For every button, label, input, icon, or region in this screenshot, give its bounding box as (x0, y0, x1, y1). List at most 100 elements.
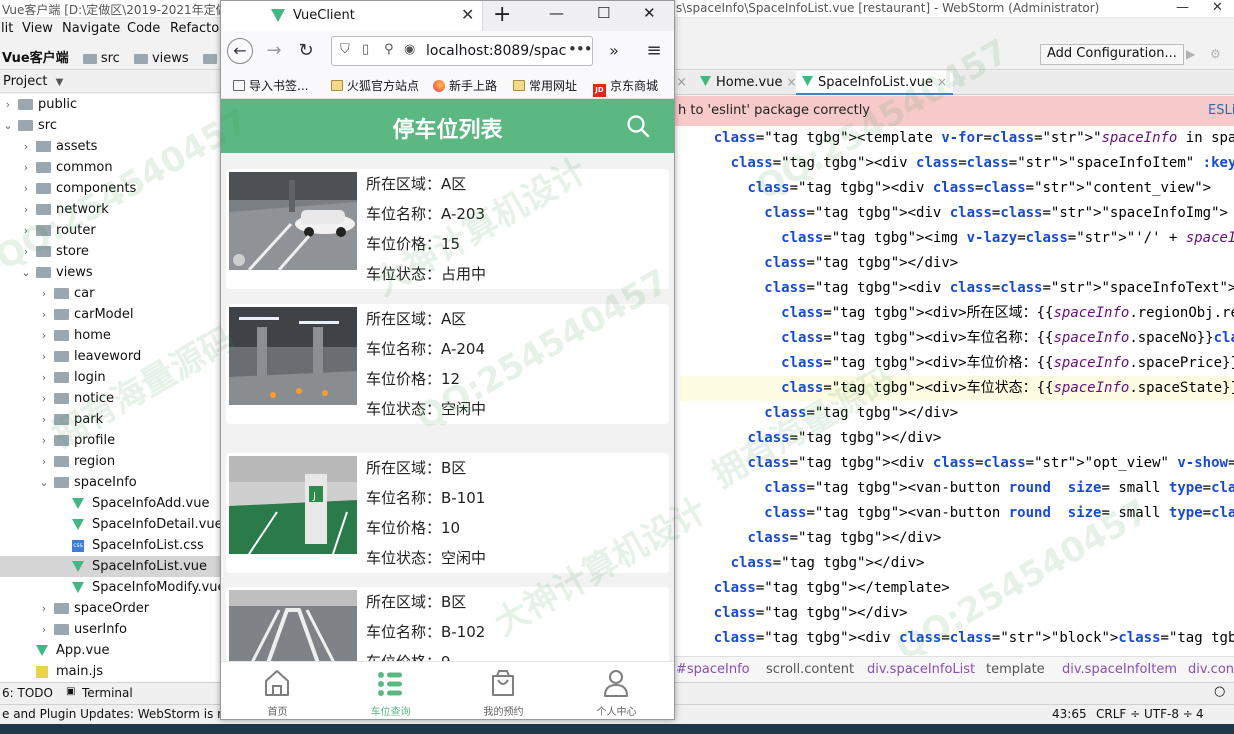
eslint-link[interactable]: ESLi (1208, 103, 1234, 118)
code-line[interactable]: class="tag tgbg"><div>车位状态：{{spaceInfo.s… (680, 376, 1234, 401)
tree-item[interactable]: › car (0, 283, 220, 304)
code-line[interactable]: class="tag tgbg"><img v-lazy=class="str"… (680, 226, 1234, 251)
close-icon[interactable]: × (937, 75, 947, 89)
chevron-down-icon[interactable]: ⌄ (38, 472, 50, 493)
code-editor[interactable]: class="tag tgbg"><template v-for=class="… (674, 126, 1234, 656)
editor-crumb[interactable]: scroll.content (766, 662, 854, 677)
caret-position[interactable]: 43:65 (1052, 707, 1087, 721)
code-line[interactable]: class="tag tgbg"></template> (680, 576, 1234, 601)
tree-item[interactable]: ⌄ views (0, 262, 220, 283)
tree-item[interactable]: SpaceInfoModify.vue (0, 577, 226, 598)
space-card[interactable]: J 所在区域：B区 车位名称：B-101 车位价格：10 车位状态：空闲中 (226, 453, 669, 573)
tree-item[interactable]: › profile (0, 430, 220, 451)
tree-item[interactable]: › assets (0, 136, 220, 157)
code-line[interactable]: class="tag tgbg"><van-button round size=… (680, 501, 1234, 526)
editor-crumb[interactable]: div.cont (1188, 662, 1234, 677)
tree-item[interactable]: › spaceOrder (0, 598, 220, 619)
search-icon[interactable] (625, 113, 651, 139)
bookmark-jd[interactable]: JD 京东商城 (593, 77, 658, 97)
chevron-right-icon[interactable]: › (20, 157, 32, 178)
tree-item[interactable]: › carModel (0, 304, 220, 325)
shield-icon[interactable]: ⛉ (340, 42, 350, 57)
tree-item[interactable]: › common (0, 157, 220, 178)
crumb-item[interactable]: views (152, 51, 189, 66)
hamburger-menu-icon[interactable]: ≡ (641, 38, 667, 64)
chevron-right-icon[interactable]: › (38, 598, 50, 619)
tree-item[interactable]: › region (0, 451, 220, 472)
browser-tab[interactable]: VueClient ✕ (221, 1, 483, 31)
ide-minimize-icon[interactable]: — (1176, 0, 1189, 15)
tree-item[interactable]: SpaceInfoList.vue (0, 556, 220, 577)
project-label[interactable]: Project (3, 74, 47, 89)
space-card[interactable]: 所在区域：A区 车位名称：A-203 车位价格：15 车位状态：占用中 (226, 169, 669, 289)
tree-item[interactable]: › home (0, 325, 220, 346)
chevron-right-icon[interactable]: › (20, 220, 32, 241)
code-line[interactable]: class="tag tgbg"><div>所在区域：{{spaceInfo.r… (680, 301, 1234, 326)
chevron-right-icon[interactable]: › (38, 430, 50, 451)
code-line[interactable]: class="tag tgbg"><div>车位价格：{{spaceInfo.s… (680, 351, 1234, 376)
tree-item[interactable]: › components (0, 178, 220, 199)
more-actions-icon[interactable]: ••• (568, 40, 592, 58)
code-line[interactable]: class="tag tgbg"><div class=class="str">… (680, 151, 1234, 176)
code-line[interactable]: class="tag tgbg"><div>车位名称：{{spaceInfo.s… (680, 326, 1234, 351)
chevron-right-icon[interactable]: › (2, 94, 14, 115)
tab-space-query[interactable]: 车位查询 (334, 662, 447, 719)
add-configuration-button[interactable]: Add Configuration... (1040, 44, 1184, 65)
terminal-tool-button[interactable]: Terminal (82, 686, 133, 700)
code-line[interactable]: class="tag tgbg"><div class=class="str">… (680, 176, 1234, 201)
tree-item[interactable]: › login (0, 367, 220, 388)
tree-item[interactable]: › network (0, 199, 220, 220)
line-separator[interactable]: CRLF ÷ (1096, 707, 1140, 721)
bookmark-getting-started[interactable]: 新手上路 (433, 77, 497, 94)
gear-icon[interactable]: ⚙ (1210, 47, 1224, 61)
tree-item[interactable]: › notice (0, 388, 220, 409)
chevron-right-icon[interactable]: › (38, 346, 50, 367)
chevron-right-icon[interactable]: › (38, 367, 50, 388)
tree-item[interactable]: › store (0, 241, 220, 262)
menu-item[interactable]: lit (1, 21, 13, 36)
bookmark-common-sites[interactable]: 常用网址 (513, 77, 577, 94)
tab-my-reservations[interactable]: 我的预约 (447, 662, 560, 719)
chevron-right-icon[interactable]: › (20, 178, 32, 199)
chevron-right-icon[interactable]: › (38, 619, 50, 640)
tree-item[interactable]: SpaceInfoAdd.vue (0, 493, 220, 514)
code-line[interactable]: class="tag tgbg"><div class=class="str">… (680, 626, 1234, 651)
code-line[interactable]: class="tag tgbg"><div class=class="str">… (680, 451, 1234, 476)
reload-icon[interactable]: ↻ (293, 38, 319, 64)
editor-crumb[interactable]: div.spaceInfoItem (1062, 662, 1177, 677)
tree-item[interactable]: › userInfo (0, 619, 220, 640)
back-icon[interactable]: ← (227, 38, 253, 64)
chevron-right-icon[interactable]: › (38, 409, 50, 430)
chevron-down-icon[interactable]: ⌄ (2, 115, 14, 136)
chevron-right-icon[interactable]: › (38, 304, 50, 325)
code-line[interactable]: class="tag tgbg"></div> (680, 401, 1234, 426)
code-line[interactable]: class="tag tgbg"></div> (680, 251, 1234, 276)
space-card[interactable]: 所在区域：B区 车位名称：B-102 车位价格：9 车位状态： (226, 587, 669, 661)
new-tab-icon[interactable]: + (493, 2, 511, 27)
tree-item[interactable]: App.vue (0, 640, 220, 661)
tree-item[interactable]: › leaveword (0, 346, 220, 367)
crumb-item[interactable]: src (101, 51, 120, 66)
chevron-right-icon[interactable]: › (38, 325, 50, 346)
code-line[interactable]: class="tag tgbg"></div> (680, 526, 1234, 551)
todo-tool-button[interactable]: 6: TODO (2, 686, 53, 700)
chevron-right-icon[interactable]: › (38, 283, 50, 304)
editor-crumb[interactable]: #spaceInfo (676, 662, 750, 677)
close-window-icon[interactable]: ✕ (643, 4, 656, 22)
menu-item[interactable]: Refactor (170, 21, 225, 36)
code-line[interactable]: class="tag tgbg"></div> (680, 426, 1234, 451)
tree-item[interactable]: ⌄ spaceInfo (0, 472, 220, 493)
tab-home-vue[interactable]: Home.vue × (694, 71, 803, 95)
search-everywhere-icon[interactable]: ○ (1214, 684, 1225, 699)
bookmark-firefox-site[interactable]: 火狐官方站点 (331, 77, 419, 94)
close-tab-icon[interactable]: ✕ (461, 5, 474, 24)
code-line[interactable]: class="tag tgbg"><van-button round size=… (680, 476, 1234, 501)
overflow-chevron-icon[interactable]: » (601, 38, 627, 64)
tab-home[interactable]: 首页 (221, 662, 334, 719)
code-line[interactable]: class="tag tgbg"><template v-for=class="… (680, 126, 1234, 151)
url-bar[interactable]: ⛉ ▯ ⚲ ◉ localhost:8089/spac ••• (331, 36, 593, 66)
editor-crumb[interactable]: template (986, 662, 1045, 677)
forward-icon[interactable]: → (261, 38, 287, 64)
bookmark-import[interactable]: 导入书签... (233, 77, 308, 94)
chevron-right-icon[interactable]: › (20, 199, 32, 220)
